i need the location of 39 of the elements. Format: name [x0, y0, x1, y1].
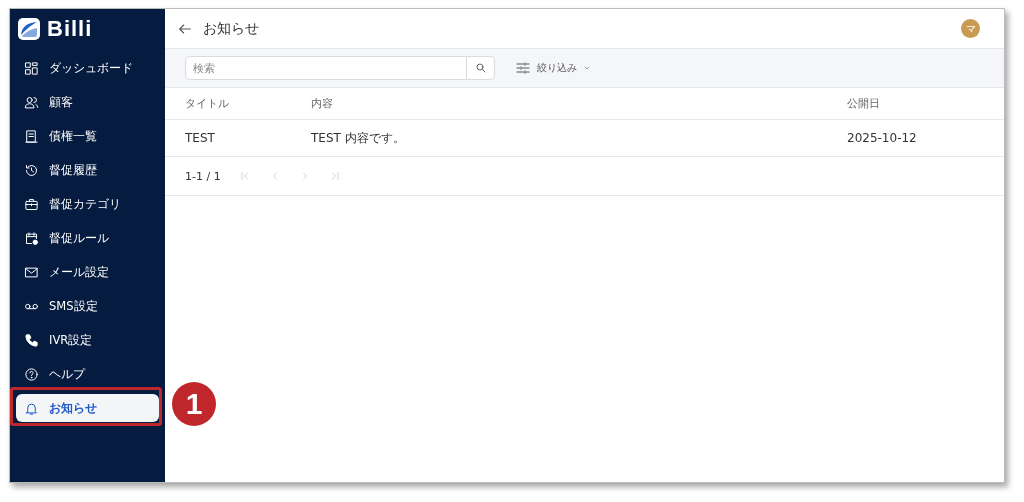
sidebar-item[interactable]: メール設定	[16, 258, 159, 286]
search-icon	[474, 62, 487, 74]
mail-icon	[24, 264, 39, 280]
sidebar-item[interactable]: 債権一覧	[16, 122, 159, 150]
phone-icon	[24, 332, 39, 348]
page-title: お知らせ	[203, 19, 260, 38]
sidebar-item[interactable]: ダッシュボード	[16, 54, 159, 82]
table-cell-text: TEST 内容です。	[311, 129, 406, 147]
search-button[interactable]	[467, 56, 495, 80]
logo-text: Billi	[47, 16, 93, 42]
first-page-icon	[238, 170, 251, 182]
calendar-icon	[24, 230, 39, 246]
people-icon	[24, 94, 39, 110]
sidebar-item[interactable]: 督促ルール	[16, 224, 159, 252]
bell-icon	[24, 400, 39, 416]
search-field[interactable]: 検索	[185, 56, 467, 80]
filter-button[interactable]: 絞り込み	[515, 60, 591, 76]
page-range: 1-1 / 1	[185, 169, 221, 183]
grid-icon	[24, 60, 39, 76]
sidebar-item[interactable]: IVR設定	[16, 326, 159, 354]
help-icon	[24, 366, 39, 382]
first-page-button[interactable]	[238, 170, 251, 182]
table-cell-text: 2025-10-12	[847, 131, 918, 145]
logo-icon	[17, 17, 41, 41]
column-header: 公開日	[847, 96, 881, 111]
sidebar-item[interactable]: 督促カテゴリ	[16, 190, 159, 218]
sidebar-item[interactable]: 顧客	[16, 88, 159, 116]
sliders-icon	[515, 60, 531, 76]
sidebar-item[interactable]: お知らせ	[16, 394, 159, 422]
chevron-down-icon	[583, 64, 591, 72]
sidebar-item[interactable]: ヘルプ	[16, 360, 159, 388]
table-cell-text: TEST	[185, 131, 216, 145]
sidebar-item[interactable]: 督促履歴	[16, 156, 159, 184]
history-icon	[24, 162, 39, 178]
column-header: タイトル	[185, 96, 230, 111]
document-icon	[24, 128, 39, 144]
column-header: 内容	[311, 96, 334, 111]
briefcase-icon	[24, 196, 39, 212]
sidebar-item[interactable]: SMS設定	[16, 292, 159, 320]
